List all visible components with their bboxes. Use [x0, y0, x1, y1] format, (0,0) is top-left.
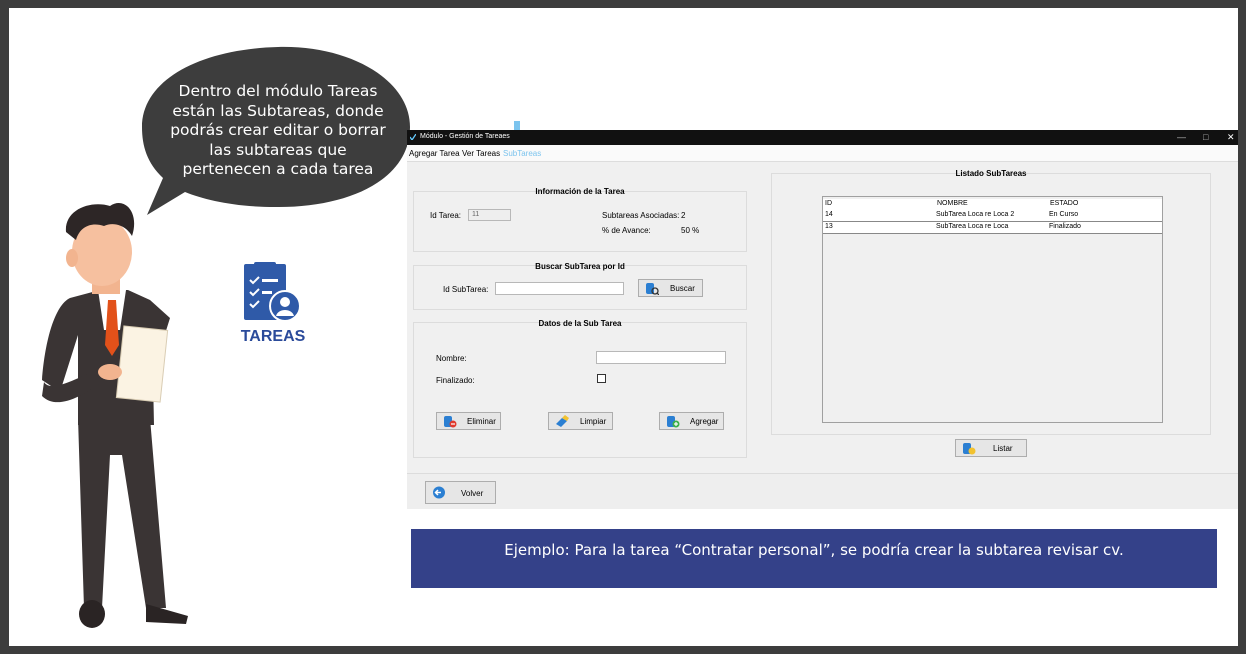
tasks-logo-label: TAREAS — [240, 328, 306, 345]
subtask-list-title: Listado SubTareas — [955, 169, 1027, 178]
tab-ver-tareas[interactable]: Ver Tareas — [462, 149, 500, 158]
clear-button-label: Limpiar — [580, 417, 607, 426]
subtask-data-title: Datos de la Sub Tarea — [538, 319, 622, 328]
finished-checkbox[interactable] — [597, 374, 606, 383]
subtask-id-input[interactable] — [495, 282, 624, 295]
back-arrow-icon — [433, 486, 445, 499]
progress-label: % de Avance: — [602, 226, 651, 235]
search-button-label: Buscar — [670, 284, 695, 293]
table-cell-id: 14 — [825, 211, 833, 218]
table-cell-estado: En Curso — [1049, 211, 1079, 218]
app-icon — [410, 134, 416, 140]
bottom-bar — [407, 473, 1238, 509]
subtasks-count-value: 2 — [681, 211, 686, 220]
table-row[interactable]: 14 SubTarea Loca re Loca 2 En Curso — [823, 210, 1162, 222]
example-banner: Ejemplo: Para la tarea “Contratar person… — [411, 529, 1217, 588]
progress-value: 50 % — [681, 226, 700, 235]
list-button[interactable]: Listar — [955, 439, 1027, 457]
search-db-icon — [646, 283, 659, 295]
tab-subtareas[interactable]: SubTareas — [503, 149, 541, 158]
column-header-id: ID — [825, 200, 832, 207]
subtask-data-panel: Datos de la Sub Tarea Nombre: Finalizado… — [413, 319, 747, 458]
name-input[interactable] — [596, 351, 726, 364]
column-header-nombre: NOMBRE — [937, 200, 968, 207]
tab-agregar-tarea[interactable]: Agregar Tarea — [409, 149, 460, 158]
clear-button[interactable]: Limpiar — [548, 412, 613, 430]
subtask-table: ID NOMBRE ESTADO 14 SubTarea Loca re Loc… — [822, 196, 1163, 423]
task-id-label: Id Tarea: — [430, 211, 461, 220]
finished-label: Finalizado: — [436, 376, 475, 385]
add-button[interactable]: Agregar — [659, 412, 724, 430]
add-db-icon — [667, 416, 680, 428]
tasks-logo-icon — [244, 262, 301, 322]
example-banner-text: Ejemplo: Para la tarea “Contratar person… — [504, 541, 1124, 559]
task-id-field: 11 — [468, 209, 511, 221]
table-cell-id: 13 — [825, 223, 833, 230]
window-titlebar: Módulo - Gestión de Tareaes — □ ✕ — [407, 130, 1238, 145]
person-figure — [42, 202, 188, 628]
add-button-label: Agregar — [690, 417, 719, 426]
table-cell-nombre: SubTarea Loca re Loca 2 — [936, 211, 1015, 218]
column-header-estado: ESTADO — [1050, 200, 1079, 207]
eraser-icon — [556, 415, 569, 427]
list-db-icon — [963, 443, 976, 455]
subtask-id-label: Id SubTarea: — [443, 285, 489, 294]
search-panel-title: Buscar SubTarea por Id — [535, 262, 625, 271]
delete-button[interactable]: Eliminar — [436, 412, 501, 430]
name-label: Nombre: — [436, 354, 467, 363]
app-window: Módulo - Gestión de Tareaes — □ ✕ Agrega… — [407, 130, 1238, 509]
back-button[interactable]: Volver — [425, 481, 496, 504]
close-button[interactable]: ✕ — [1227, 132, 1235, 143]
tab-bar: Agregar Tarea Ver Tareas SubTareas — [407, 145, 1238, 162]
delete-db-icon — [444, 416, 457, 428]
minimize-button[interactable]: — — [1177, 132, 1186, 142]
delete-button-label: Eliminar — [467, 417, 496, 426]
table-header-row: ID NOMBRE ESTADO — [823, 199, 1162, 210]
speech-bubble-text: Dentro del módulo Tareas están las Subta… — [170, 82, 386, 178]
table-cell-estado: Finalizado — [1049, 223, 1081, 230]
list-button-label: Listar — [993, 444, 1013, 453]
task-info-title: Información de la Tarea — [535, 187, 625, 196]
table-row[interactable]: 13 SubTarea Loca re Loca Finalizado — [823, 222, 1162, 234]
back-button-label: Volver — [461, 489, 484, 498]
subtasks-count-label: Subtareas Asociadas: — [602, 211, 680, 220]
table-cell-nombre: SubTarea Loca re Loca — [936, 223, 1009, 230]
task-info-panel: Información de la Tarea Id Tarea: 11 Sub… — [413, 187, 747, 252]
maximize-button[interactable]: □ — [1203, 132, 1208, 142]
window-title: Módulo - Gestión de Tareaes — [420, 133, 510, 140]
search-button[interactable]: Buscar — [638, 279, 703, 297]
search-panel: Buscar SubTarea por Id Id SubTarea: Busc… — [413, 262, 747, 310]
